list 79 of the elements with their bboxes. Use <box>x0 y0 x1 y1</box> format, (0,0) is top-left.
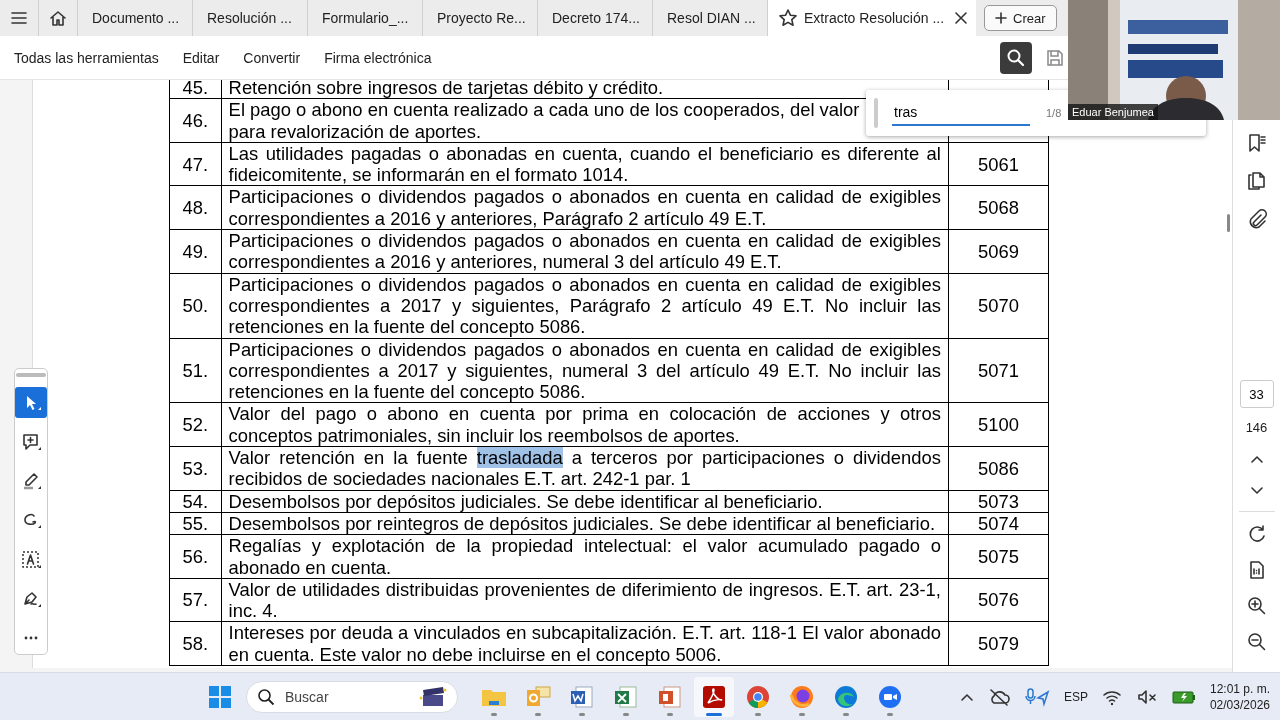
search-button[interactable] <box>1000 41 1032 74</box>
tab[interactable]: Formulario_... <box>308 0 423 36</box>
table-cell: 55. <box>169 512 222 535</box>
menu-item[interactable]: Editar <box>182 49 220 66</box>
table-cell: 51. <box>169 338 222 403</box>
tab[interactable]: Proyecto Re... <box>423 0 538 36</box>
text-box-icon <box>20 548 42 571</box>
clapperboard-icon <box>419 685 447 708</box>
plus-icon <box>995 12 1007 24</box>
cloud-off-icon[interactable] <box>987 687 1010 706</box>
zoom-out-icon[interactable] <box>1246 632 1267 652</box>
home-icon[interactable] <box>49 9 67 27</box>
table-cell: Las utilidades pagadas o abonadas en cuenta, cuando el beneficiario es diferente al fideicomitente, se informarán en el formato 1014. <box>221 142 949 186</box>
table-cell: 5061 <box>948 142 1049 186</box>
table-cell: 57. <box>169 578 222 622</box>
table-cell: Valor de utilidades distribuidas provenientes de diferimiento de ingresos. E.T. art. 23-1, inc. 4. <box>221 578 949 622</box>
tab[interactable]: Documento ... <box>78 0 193 36</box>
table-cell: 5069 <box>948 229 1049 274</box>
create-button[interactable]: Crear <box>984 5 1057 31</box>
table-cell: 5076 <box>948 578 1049 622</box>
taskbar-app[interactable] <box>694 676 734 717</box>
page-number-field[interactable]: 33 <box>1239 380 1274 408</box>
table-cell: 56. <box>169 534 222 579</box>
page-count: 146 <box>1245 420 1268 435</box>
language-indicator[interactable]: ESP <box>1063 689 1088 704</box>
start-icon[interactable] <box>208 684 232 709</box>
menu-item[interactable]: Todas las herramientas <box>14 49 159 66</box>
table-cell: Regalías y explotación de la propiedad intelectual: el valor acumulado pagado o abonado en cuenta. <box>221 534 949 579</box>
search-icon <box>1006 47 1026 68</box>
table-cell: 52. <box>169 402 222 447</box>
table-cell: Participaciones o dividendos pagados o abonados en cuenta en calidad de exigibles correspondientes a 2017 y siguientes, numeral 3 del artículo 49 E.T. No incluir las retenciones en la fuente del concepto 5086. <box>221 338 949 403</box>
table-cell: 5086 <box>948 446 1049 491</box>
table-cell: 5070 <box>948 273 1049 339</box>
table-cell: Participaciones o dividendos pagados o abonados en cuenta en calidad de exigibles correspondientes a 2016 y anteriores, Parágrafo 2 artículo 49 E.T. <box>221 186 949 230</box>
table-cell: 50. <box>169 273 222 339</box>
table-cell: 5079 <box>948 621 1049 666</box>
table-cell: 5100 <box>948 402 1049 447</box>
scrollbar-thumb[interactable] <box>1227 214 1230 232</box>
clock-time[interactable]: 12:01 p. m. <box>1209 680 1270 697</box>
table-cell: 58. <box>169 621 222 666</box>
table-cell: Desembolsos por reintegros de depósitos judiciales. Se debe identificar al beneficiario. <box>221 512 949 535</box>
close-icon[interactable] <box>954 11 968 25</box>
more-icon <box>24 636 38 641</box>
participant-name: Eduar Benjumea <box>1068 104 1158 120</box>
menu-item[interactable]: Firma electrónica <box>324 49 432 66</box>
table-cell: Desembolsos por depósitos judiciales. Se debe identificar al beneficiario. <box>221 490 949 513</box>
table-cell: Participaciones o dividendos pagados o abonados en cuenta en calidad de exigibles correspondientes a 2016 y anteriores, numeral 3 del artículo 49 E.T. <box>221 229 949 274</box>
table-cell: 5075 <box>948 534 1049 579</box>
clock-date[interactable]: 02/03/2026 <box>1209 696 1270 713</box>
match-count: 1/8 <box>1046 107 1062 119</box>
table-cell: 45. <box>169 80 222 99</box>
table-cell: 5074 <box>948 512 1049 535</box>
table-cell: Valor del pago o abono en cuenta por prima en colocación de acciones y otros conceptos patrimoniales, sin incluir los reembolsos de aportes. <box>221 402 949 447</box>
table-cell: 53. <box>169 446 222 491</box>
table-cell: 48. <box>169 186 222 230</box>
tab[interactable]: Decreto 174... <box>538 0 653 36</box>
table-cell: 54. <box>169 490 222 513</box>
search-icon <box>257 687 275 706</box>
search-field[interactable]: Buscar <box>246 680 458 713</box>
menu-item[interactable]: Convertir <box>243 49 301 66</box>
zoom-in-icon[interactable] <box>1246 596 1267 616</box>
table-cell: Intereses por deuda a vinculados en subcapitalización. E.T. art. 118-1 El valor abonado en cuenta. Este valor no debe incluirse en el concepto 5006. <box>221 621 949 666</box>
table-cell: 5073 <box>948 490 1049 513</box>
table-cell: 47. <box>169 142 222 186</box>
table-cell: 46. <box>169 98 222 143</box>
table-cell: 49. <box>169 229 222 274</box>
tab[interactable]: Extracto Resolución ... <box>768 0 976 36</box>
microphone-icon[interactable] <box>1023 686 1050 707</box>
table-cell: Participaciones o dividendos pagados o abonados en cuenta en calidad de exigibles correspondientes a 2017 y siguientes, Parágrafo 2 artículo 49 E.T. No incluir las retenciones en la fuente del concepto 5086. <box>221 273 949 339</box>
pages-icon[interactable] <box>1245 170 1268 192</box>
battery-icon[interactable] <box>1171 688 1196 705</box>
star-icon[interactable] <box>778 8 798 28</box>
volume-muted-icon[interactable] <box>1135 687 1158 706</box>
tab[interactable]: Resolución ... <box>193 0 308 36</box>
table-cell: 5068 <box>948 186 1049 230</box>
save-icon[interactable] <box>1046 48 1064 67</box>
table-cell: 5071 <box>948 338 1049 403</box>
table-cell: Valor retención en la fuente trasladada a terceros por participaciones o dividendos recibidos de sociedades nacionales E.T. art. 242-1 par. 1 <box>221 446 949 491</box>
menu-icon[interactable] <box>10 10 28 26</box>
